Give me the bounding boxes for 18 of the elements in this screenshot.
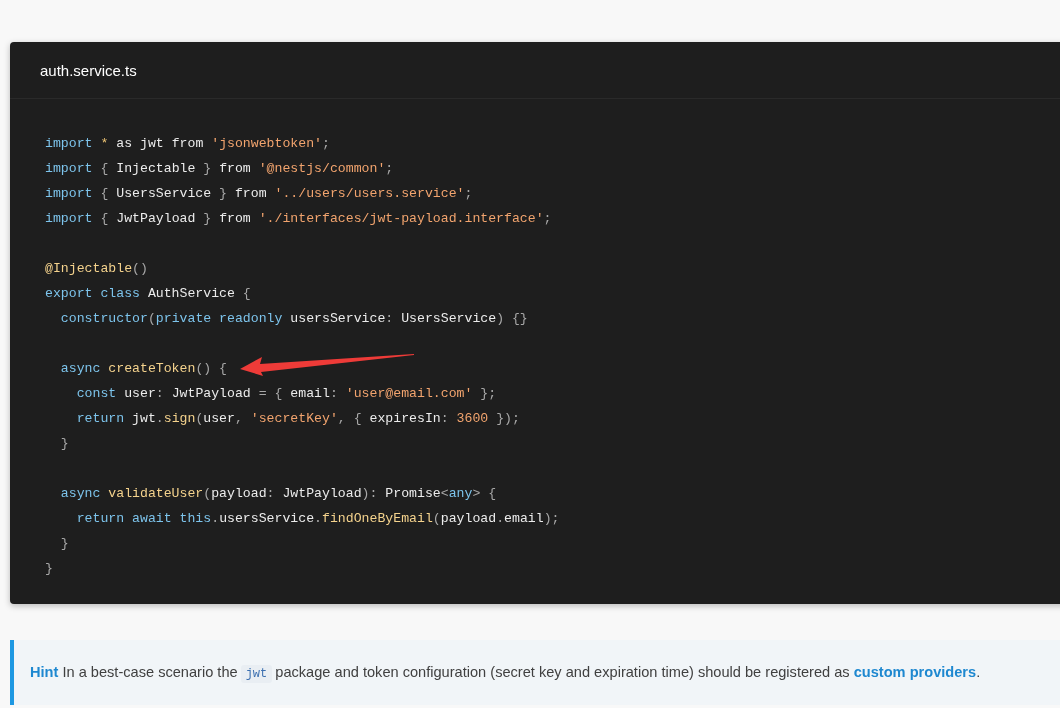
code-line: @Injectable() (45, 260, 148, 278)
code-line: const user: JwtPayload = { email: 'user@email.com' }; (75, 385, 497, 403)
code-line: return jwt.sign(user, 'secretKey', { expiresIn: 3600 }); (75, 410, 520, 428)
code-line: } (59, 435, 69, 453)
inline-code: jwt (240, 665, 273, 683)
code-line: async createToken() { (59, 360, 228, 378)
code-line: } (45, 560, 53, 578)
code-line: } (59, 535, 69, 553)
code-line: export class AuthService { (45, 285, 251, 303)
file-name: auth.service.ts (40, 61, 137, 79)
code-line: return await this.usersService.findOneByEmail(payload.email); (75, 510, 560, 528)
code-line: import { JwtPayload } from './interfaces/jwt-payload.interface'; (45, 210, 552, 228)
code-line: import * as jwt from 'jsonwebtoken'; (45, 135, 330, 153)
code-line: import { Injectable } from '@nestjs/common'; (45, 160, 394, 178)
code-line: constructor(private readonly usersService: UsersService) {} (59, 310, 528, 328)
code-line: async validateUser(payload: JwtPayload): Promise<any> { (59, 485, 497, 503)
code-line: import { UsersService } from '../users/users.service'; (45, 185, 473, 203)
hint-text: Hint In a best-case scenario the jwt package and token configuration (secret key and expiration time) should be registered as custom providers. (30, 663, 981, 684)
